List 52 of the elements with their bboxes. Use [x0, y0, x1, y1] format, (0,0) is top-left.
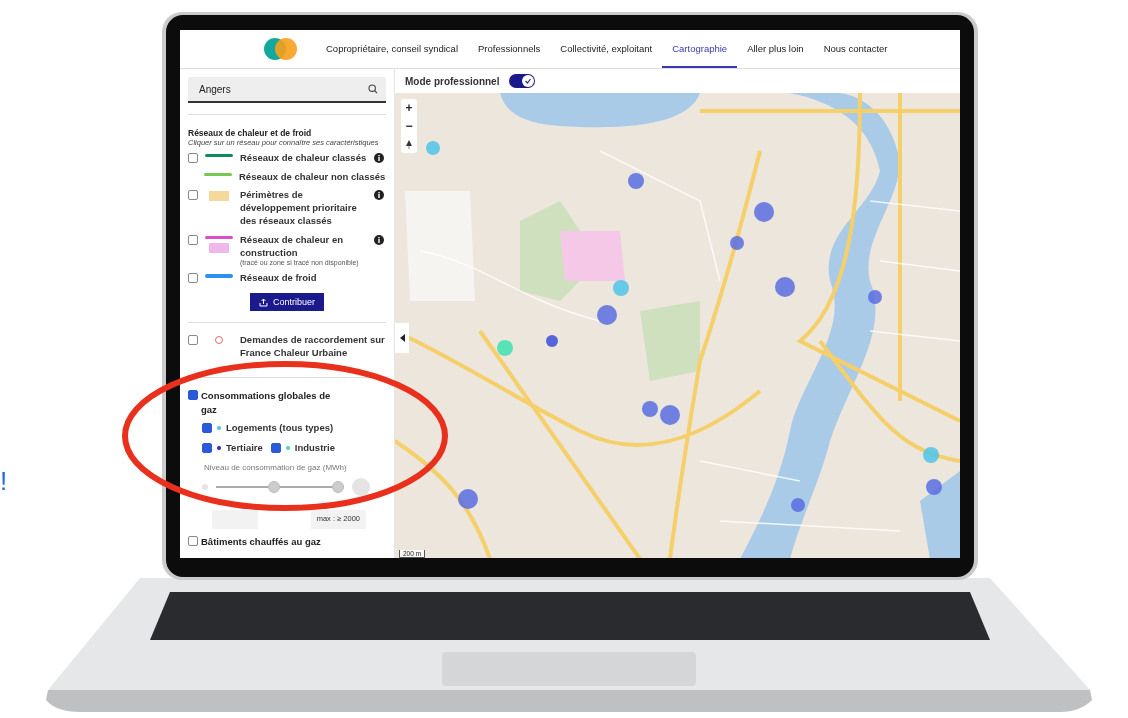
- checkbox[interactable]: [188, 536, 198, 547]
- upload-icon: [259, 297, 268, 307]
- layer-label: Bâtiments chauffés au gaz: [201, 535, 322, 550]
- mode-label: Mode professionnel: [405, 75, 500, 87]
- type-label: Logements (tous types): [226, 422, 334, 434]
- checkbox[interactable]: [188, 273, 198, 284]
- layer-label: Consommations globales de gaz: [201, 388, 332, 417]
- slider-thumb[interactable]: [267, 481, 280, 494]
- zoom-out-button[interactable]: −: [401, 117, 417, 135]
- small-circle-icon: [202, 484, 208, 491]
- layer-label: Réseaux de chaleur classés: [240, 151, 368, 165]
- exclamation-mark: !: [0, 466, 8, 497]
- nav-link[interactable]: Collectivité, exploitant: [550, 30, 663, 68]
- section-title: Réseaux de chaleur et de froid: [188, 128, 313, 138]
- collapse-sidebar-button[interactable]: [395, 323, 409, 353]
- nav-link[interactable]: Copropriétaire, conseil syndical: [316, 30, 468, 68]
- nav-link[interactable]: Professionnels: [468, 30, 551, 68]
- layer-label: Demandes de raccordement sur France Chaleur Urbaine: [240, 334, 386, 360]
- info-icon[interactable]: [374, 234, 384, 245]
- layer-label: Réseaux de froid: [240, 272, 318, 286]
- checkbox[interactable]: [202, 443, 212, 454]
- zoom-in-button[interactable]: +: [401, 99, 417, 117]
- range-slider-track[interactable]: [216, 480, 344, 495]
- nav-link[interactable]: Nous contacter: [813, 30, 898, 68]
- checkbox[interactable]: [188, 190, 198, 201]
- caret-icon: [399, 334, 405, 342]
- checkbox[interactable]: [270, 443, 281, 454]
- type-label: Industrie: [294, 442, 335, 454]
- north-arrow-icon: [406, 139, 412, 149]
- info-icon[interactable]: [374, 190, 384, 201]
- search-icon: [368, 84, 378, 94]
- toggle-switch[interactable]: [509, 74, 536, 88]
- info-icon[interactable]: [374, 152, 384, 163]
- layer-label: Réseaux de chaleur en construction: [240, 233, 344, 260]
- slider-label: Niveau de consommation de gaz (MWh): [203, 463, 348, 473]
- min-value-box: [212, 510, 258, 530]
- checkbox[interactable]: [188, 389, 198, 400]
- nav-link[interactable]: Cartographie: [662, 30, 738, 68]
- checkbox[interactable]: [188, 152, 198, 163]
- check-icon: [524, 77, 533, 85]
- layer-label: Réseaux de chaleur non classés: [239, 170, 386, 184]
- layer-label: Périmètres de développement prioritaire des réseaux classés: [240, 189, 358, 228]
- large-circle-icon: [352, 478, 370, 497]
- type-label: Tertiaire: [226, 442, 263, 454]
- logo-icon: [264, 37, 298, 61]
- contribute-button[interactable]: Contribuer: [250, 293, 324, 312]
- nav-link[interactable]: Aller plus loin: [737, 30, 814, 68]
- slider-thumb[interactable]: [331, 481, 344, 494]
- search-field[interactable]: Angers: [188, 77, 386, 103]
- checkbox[interactable]: [188, 335, 198, 346]
- checkbox[interactable]: [188, 234, 198, 245]
- checkbox[interactable]: [202, 423, 212, 434]
